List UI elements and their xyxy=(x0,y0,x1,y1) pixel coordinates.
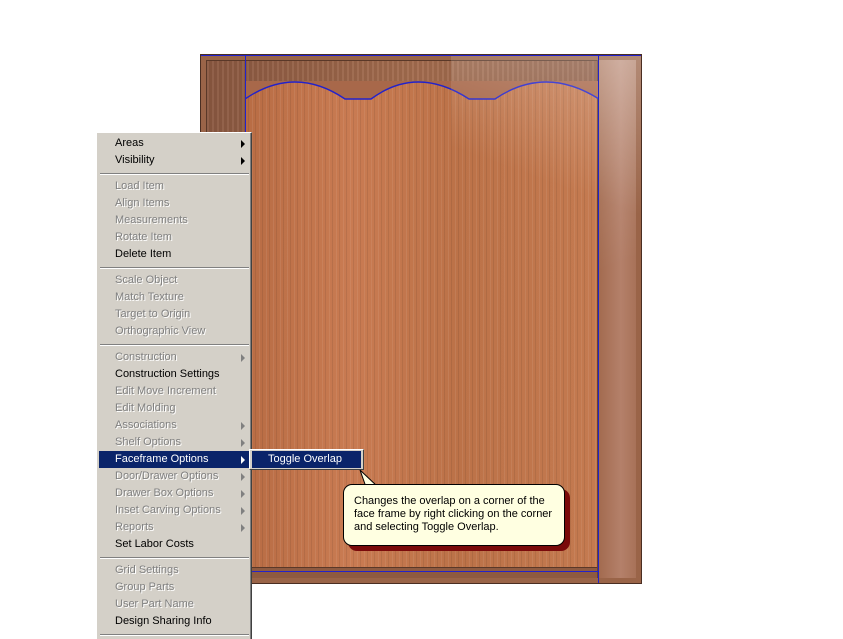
menu-item-visibility[interactable]: Visibility xyxy=(99,152,249,169)
menu-item-label: Edit Move Increment xyxy=(115,385,216,397)
submenu-arrow-icon xyxy=(241,507,245,515)
menu-item-drawer-box-options[interactable]: Drawer Box Options xyxy=(99,485,249,502)
menu-item-label: Inset Carving Options xyxy=(115,504,221,516)
menu-item-scale-object[interactable]: Scale Object xyxy=(99,272,249,289)
scalloped-top-rail xyxy=(245,81,599,100)
menu-item-label: Match Texture xyxy=(115,291,184,303)
face-frame-bottom-rail[interactable] xyxy=(245,567,597,578)
menu-item-areas[interactable]: Areas xyxy=(99,135,249,152)
menu-item-label: Measurements xyxy=(115,214,188,226)
menu-item-label: Grid Settings xyxy=(115,564,179,576)
menu-item-label: Shelf Options xyxy=(115,436,182,448)
menu-item-label: Target to Origin xyxy=(115,308,191,320)
menu-item-shelf-options[interactable]: Shelf Options xyxy=(99,434,249,451)
menu-item-label: Areas xyxy=(115,137,144,149)
selection-guide-line xyxy=(201,55,641,56)
menu-item-construction-settings[interactable]: Construction Settings xyxy=(99,366,249,383)
menu-separator xyxy=(100,634,249,636)
menu-item-label: User Part Name xyxy=(115,598,194,610)
menu-separator xyxy=(100,173,249,175)
menu-item-label: Construction xyxy=(115,351,177,363)
menu-item-orthographic-view[interactable]: Orthographic View xyxy=(99,323,249,340)
menu-item-reports[interactable]: Reports xyxy=(99,519,249,536)
menu-item-label: Rotate Item xyxy=(115,231,172,243)
selection-guide-line xyxy=(245,571,598,572)
face-frame-right-stile[interactable] xyxy=(597,60,636,578)
submenu-arrow-icon xyxy=(241,490,245,498)
menu-item-rotate-item[interactable]: Rotate Item xyxy=(99,229,249,246)
menu-item-delete-item[interactable]: Delete Item xyxy=(99,246,249,263)
menu-item-label: Load Item xyxy=(115,180,164,192)
menu-item-label: Align Items xyxy=(115,197,170,209)
submenu-arrow-icon xyxy=(241,140,245,148)
submenu-arrow-icon xyxy=(241,456,245,464)
menu-item-label: Orthographic View xyxy=(115,325,206,337)
menu-item-label: Faceframe Options xyxy=(115,453,209,465)
menu-item-door-drawer-options[interactable]: Door/Drawer Options xyxy=(99,468,249,485)
menu-item-design-sharing-info[interactable]: Design Sharing Info xyxy=(99,613,249,630)
menu-item-label: Edit Molding xyxy=(115,402,176,414)
menu-item-construction[interactable]: Construction xyxy=(99,349,249,366)
menu-item-grid-settings[interactable]: Grid Settings xyxy=(99,562,249,579)
faceframe-options-submenu: Toggle Overlap xyxy=(249,449,364,470)
menu-item-label: Associations xyxy=(115,419,177,431)
submenu-arrow-icon xyxy=(241,354,245,362)
menu-item-label: Visibility xyxy=(115,154,155,166)
menu-item-associations[interactable]: Associations xyxy=(99,417,249,434)
menu-item-toggle-overlap[interactable]: Toggle Overlap xyxy=(252,451,361,468)
menu-item-label: Reports xyxy=(115,521,154,533)
tooltip-text: Changes the overlap on a corner of the f… xyxy=(354,495,553,533)
menu-item-target-to-origin[interactable]: Target to Origin xyxy=(99,306,249,323)
menu-separator xyxy=(100,557,249,559)
submenu-arrow-icon xyxy=(241,422,245,430)
menu-item-label: Drawer Box Options xyxy=(115,487,214,499)
menu-item-label: Set Labor Costs xyxy=(115,538,194,550)
menu-item-label: Door/Drawer Options xyxy=(115,470,219,482)
submenu-arrow-icon xyxy=(241,157,245,165)
menu-item-load-item[interactable]: Load Item xyxy=(99,178,249,195)
menu-item-label: Group Parts xyxy=(115,581,175,593)
menu-item-label: Scale Object xyxy=(115,274,178,286)
submenu-arrow-icon xyxy=(241,473,245,481)
menu-item-user-part-name[interactable]: User Part Name xyxy=(99,596,249,613)
menu-separator xyxy=(100,344,249,346)
menu-item-inset-carving-options[interactable]: Inset Carving Options xyxy=(99,502,249,519)
menu-item-label: Construction Settings xyxy=(115,368,220,380)
menu-item-align-items[interactable]: Align Items xyxy=(99,195,249,212)
menu-item-label: Toggle Overlap xyxy=(268,453,342,465)
menu-item-measurements[interactable]: Measurements xyxy=(99,212,249,229)
menu-separator xyxy=(100,267,249,269)
menu-item-label: Design Sharing Info xyxy=(115,615,212,627)
help-tooltip: Changes the overlap on a corner of the f… xyxy=(343,484,565,546)
menu-item-group-parts[interactable]: Group Parts xyxy=(99,579,249,596)
submenu-arrow-icon xyxy=(241,524,245,532)
menu-item-faceframe-options[interactable]: Faceframe Options xyxy=(99,451,249,468)
submenu-arrow-icon xyxy=(241,439,245,447)
context-menu: Areas Visibility Load Item Align Items M… xyxy=(96,132,252,639)
menu-item-match-texture[interactable]: Match Texture xyxy=(99,289,249,306)
menu-item-label: Delete Item xyxy=(115,248,172,260)
menu-item-set-labor-costs[interactable]: Set Labor Costs xyxy=(99,536,249,553)
selection-guide-line xyxy=(598,55,599,583)
menu-item-edit-molding[interactable]: Edit Molding xyxy=(99,400,249,417)
menu-item-edit-move-increment[interactable]: Edit Move Increment xyxy=(99,383,249,400)
